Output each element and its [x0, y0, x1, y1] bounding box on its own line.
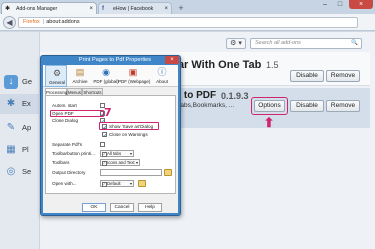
dialog-tab-label: About: [156, 79, 168, 84]
chevron-down-icon: ▾: [129, 181, 132, 186]
tab-facebook[interactable]: f eHow | Facebook ×: [98, 2, 172, 14]
separate-pdfs-label: Separate Pdf's: [52, 142, 82, 147]
new-tab-button[interactable]: +: [176, 3, 186, 13]
select-check-icon: ✓: [102, 161, 107, 166]
remove-button[interactable]: Remove: [326, 70, 360, 82]
arrow-up-icon: ⬆: [263, 115, 275, 130]
dialog-tab-general[interactable]: ⚙ General: [45, 65, 67, 87]
dialog-tab-archive[interactable]: ▤ Archive: [69, 65, 91, 87]
search-icon: 🔍: [351, 40, 358, 46]
select-value: Default: [107, 181, 121, 186]
minimize-button[interactable]: –: [318, 0, 332, 9]
sidebar-item-extensions[interactable]: ✱ Ex: [0, 94, 40, 114]
tab-close-icon[interactable]: ×: [89, 3, 93, 14]
url-separator: |: [42, 19, 45, 25]
window-close-button[interactable]: ×: [349, 0, 373, 9]
select-check-icon: ✓: [102, 152, 107, 157]
toolbarbutton-select[interactable]: ✓ All tabs ▾: [100, 150, 134, 157]
toolbars-select[interactable]: ✓ Icons and Text ▾: [100, 159, 140, 166]
sidebar-item-label: Se: [22, 167, 32, 176]
plugins-icon: ▦: [6, 144, 16, 155]
get-addons-icon: ↓: [4, 75, 18, 89]
dialog-tab-label: PDF (global): [93, 79, 119, 84]
tab-addons-manager[interactable]: ✱ Add-ons Manager ×: [1, 2, 97, 14]
folder-icon[interactable]: [138, 180, 146, 187]
close-on-warnings-checkbox[interactable]: ✓: [102, 132, 107, 138]
close-on-warnings-label: Close on Warnings: [109, 132, 148, 137]
select-value: All tabs: [107, 151, 122, 156]
dialog-tab-pdf-global[interactable]: ◉ PDF (global): [93, 65, 118, 87]
folder-icon[interactable]: [164, 169, 172, 176]
ok-button[interactable]: OK: [82, 203, 106, 212]
sidebar-item-label: Pl: [22, 145, 29, 154]
sidebar-item-appearance[interactable]: ✎ Ap: [0, 118, 40, 138]
sidebar-item-label: Ex: [22, 99, 31, 108]
sidebar-item-label: Ap: [22, 123, 32, 132]
toolbarbutton-label: Toolbarbutton printi...: [52, 151, 95, 156]
tab-label: eHow | Facebook: [113, 6, 154, 12]
dialog-tab-about[interactable]: ⓘ About: [151, 65, 173, 87]
options-highlight: [251, 97, 288, 115]
autom-start-label: Autom. start: [52, 103, 77, 108]
toolbars-label: Toolbars: [52, 160, 70, 165]
tools-gear-button[interactable]: ⚙ ▾: [226, 38, 246, 49]
sidebar-item-label: Ge: [22, 77, 33, 86]
extensions-icon: ✱: [6, 98, 16, 109]
sidebar-item-get-addons[interactable]: ↓ Ge: [0, 72, 40, 92]
services-icon: ◎: [6, 166, 16, 177]
general-icon: ⚙: [52, 68, 62, 78]
about-icon: ⓘ: [157, 67, 167, 77]
addon-title: Bar With One Tab: [170, 59, 262, 71]
facebook-icon: f: [102, 6, 104, 12]
remove-button[interactable]: Remove: [326, 100, 360, 112]
dialog-title: Print Pages to Pdf Properties: [78, 57, 152, 63]
cancel-button[interactable]: Cancel: [110, 203, 134, 212]
disable-button[interactable]: Disable: [290, 100, 324, 112]
chevron-down-icon: ▾: [135, 160, 138, 165]
pdf-webpage-icon: ▣: [128, 67, 138, 77]
search-input[interactable]: Search all add-ons 🔍: [250, 38, 362, 49]
open-pdf-highlight: [50, 110, 104, 117]
maximize-button[interactable]: □: [333, 0, 347, 9]
puzzle-icon: ✱: [5, 6, 11, 12]
archive-icon: ▤: [75, 67, 85, 77]
output-directory-label: Output Directory: [52, 170, 86, 175]
pdf-global-icon: ◉: [102, 67, 110, 77]
show-save-as-highlight: [99, 122, 159, 130]
sidebar-item-services[interactable]: ◎ Se: [0, 162, 40, 182]
tab-label: Add-ons Manager: [16, 6, 58, 12]
addon-version: 1.5: [266, 60, 279, 70]
dialog-close-button[interactable]: ×: [165, 56, 179, 64]
subtab-menus[interactable]: Menus: [67, 88, 82, 95]
url-text: about:addons: [46, 19, 80, 25]
sidebar-item-plugins[interactable]: ▦ Pl: [0, 140, 40, 160]
back-button[interactable]: ◀: [3, 16, 16, 29]
dialog-tab-label: PDF (Webpage): [118, 79, 151, 84]
select-value: Icons and Text: [107, 160, 135, 165]
step-number-annotation: 7: [104, 106, 112, 119]
url-brand: Firefox: [23, 19, 40, 25]
tab-close-icon[interactable]: ×: [164, 3, 168, 14]
output-directory-input[interactable]: [100, 169, 162, 176]
subtab-processing[interactable]: Processing: [45, 88, 67, 95]
help-button[interactable]: Help: [138, 203, 162, 212]
dialog-tab-pdf-webpage[interactable]: ▣ PDF (Webpage): [118, 65, 150, 87]
separate-pdfs-checkbox[interactable]: [100, 142, 105, 147]
close-dialog-label: Close Dialog: [52, 118, 79, 123]
disable-button[interactable]: Disable: [290, 70, 324, 82]
select-check-icon: ✓: [102, 182, 107, 187]
open-with-label: Open with...: [52, 181, 77, 186]
open-with-select[interactable]: ✓ Default ▾: [100, 180, 134, 187]
subtab-shortcuts[interactable]: Shortcuts: [82, 88, 103, 95]
appearance-icon: ✎: [6, 122, 16, 133]
addon-version: 0.1.9.3: [221, 91, 249, 101]
chevron-down-icon: ▾: [129, 151, 132, 156]
url-bar[interactable]: Firefox | about:addons: [18, 17, 358, 28]
search-placeholder: Search all add-ons: [255, 40, 301, 46]
